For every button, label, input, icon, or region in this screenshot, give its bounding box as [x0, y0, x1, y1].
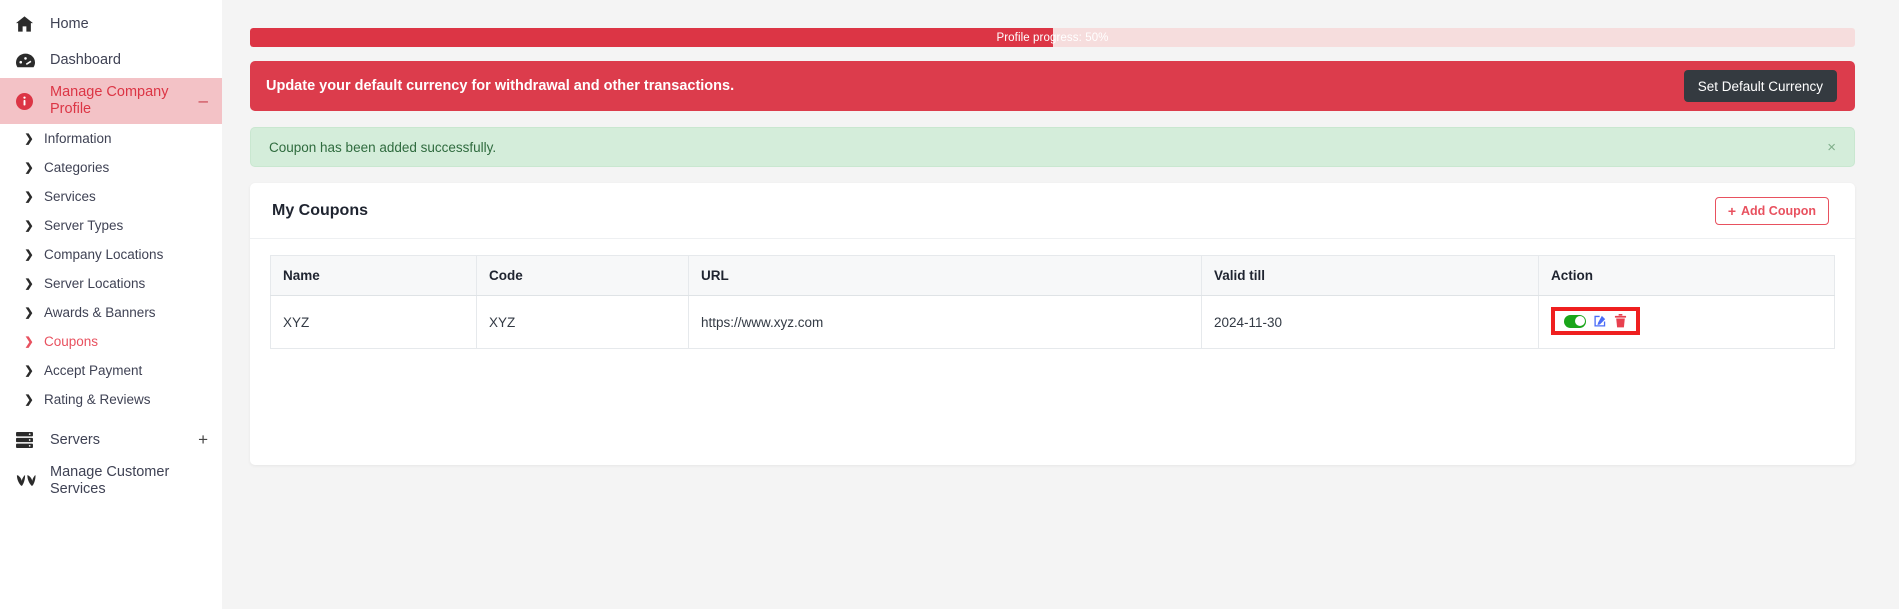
coupons-card-header: My Coupons + Add Coupon: [250, 183, 1855, 239]
column-header-code: Code: [476, 255, 689, 296]
chevron-right-icon: ❯: [24, 162, 34, 174]
info-circle-icon: [16, 92, 38, 110]
sidebar-item-accept-payment[interactable]: ❯ Accept Payment: [0, 356, 222, 385]
sidebar-item-dashboard[interactable]: Dashboard: [0, 42, 222, 78]
sidebar-item-label: Home: [50, 15, 89, 32]
edit-pencil-square-icon[interactable]: [1593, 314, 1607, 328]
action-highlight-box: [1551, 307, 1640, 335]
chevron-right-icon: ❯: [24, 191, 34, 203]
sidebar-item-categories[interactable]: ❯ Categories: [0, 153, 222, 182]
sidebar-subitem-label: Categories: [44, 160, 110, 175]
sidebar-item-manage-customer-services[interactable]: Manage Customer Services: [0, 458, 222, 504]
chevron-right-icon: ❯: [24, 307, 34, 319]
table-header: Name Code URL Valid till Action: [270, 255, 1835, 296]
cell-valid-till: 2024-11-30: [1201, 295, 1539, 349]
sidebar-nav: Home Dashboard Manage Company Profile – …: [0, 0, 222, 504]
currency-alert-message: Update your default currency for withdra…: [266, 78, 735, 94]
sidebar: Home Dashboard Manage Company Profile – …: [0, 0, 222, 609]
column-header-valid-till: Valid till: [1201, 255, 1539, 296]
sidebar-subitem-label: Server Types: [44, 218, 124, 233]
page-title: My Coupons: [272, 201, 368, 219]
success-alert: Coupon has been added successfully. ×: [250, 127, 1855, 167]
profile-progress-label: Profile progress: 50%: [996, 31, 1109, 44]
chevron-right-icon: ❯: [24, 278, 34, 290]
cell-actions: [1538, 295, 1835, 349]
sidebar-item-awards-banners[interactable]: ❯ Awards & Banners: [0, 298, 222, 327]
sidebar-item-label: Manage Company Profile: [50, 84, 169, 117]
table-header-row: Name Code URL Valid till Action: [270, 255, 1835, 296]
set-default-currency-button[interactable]: Set Default Currency: [1683, 70, 1837, 102]
chevron-right-icon: ❯: [24, 394, 34, 406]
column-header-action: Action: [1538, 255, 1835, 296]
collapse-toggle-icon[interactable]: –: [199, 92, 208, 109]
table-body: XYZ XYZ https://www.xyz.com 2024-11-30: [270, 295, 1835, 349]
coupons-card-body: Name Code URL Valid till Action XYZ XYZ …: [250, 239, 1855, 349]
chevron-right-icon: ❯: [24, 249, 34, 261]
close-icon[interactable]: ×: [1827, 140, 1836, 155]
chevron-right-icon: ❯: [24, 365, 34, 377]
server-icon: [16, 431, 38, 449]
profile-progress-bar: Profile progress: 50%: [250, 28, 1855, 47]
coupons-table: Name Code URL Valid till Action XYZ XYZ …: [270, 255, 1835, 349]
dashboard-icon: [16, 51, 38, 69]
sidebar-item-label: Dashboard: [50, 51, 121, 68]
sidebar-item-server-locations[interactable]: ❯ Server Locations: [0, 269, 222, 298]
sidebar-item-home[interactable]: Home: [0, 6, 222, 42]
sidebar-subitem-label: Information: [44, 131, 112, 146]
column-header-url: URL: [688, 255, 1202, 296]
cell-code: XYZ: [476, 295, 689, 349]
sidebar-item-coupons[interactable]: ❯ Coupons: [0, 327, 222, 356]
sidebar-subitem-label: Company Locations: [44, 247, 164, 262]
currency-alert: Update your default currency for withdra…: [250, 61, 1855, 111]
sidebar-subitem-label: Rating & Reviews: [44, 392, 151, 407]
sidebar-item-server-types[interactable]: ❯ Server Types: [0, 211, 222, 240]
chevron-right-icon: ❯: [24, 220, 34, 232]
hands-icon: [16, 472, 38, 490]
sidebar-item-label: Manage Customer Services: [50, 464, 170, 497]
main-content: Profile progress: 50% Update your defaul…: [222, 0, 1899, 609]
sidebar-item-information[interactable]: ❯ Information: [0, 124, 222, 153]
table-row: XYZ XYZ https://www.xyz.com 2024-11-30: [270, 295, 1835, 349]
sidebar-subitem-label: Services: [44, 189, 96, 204]
sidebar-item-servers[interactable]: Servers +: [0, 422, 222, 458]
trash-icon[interactable]: [1614, 314, 1627, 328]
app-root: Home Dashboard Manage Company Profile – …: [0, 0, 1899, 609]
status-toggle-switch[interactable]: [1564, 314, 1586, 328]
toggle-knob: [1574, 316, 1585, 326]
add-coupon-button[interactable]: + Add Coupon: [1714, 196, 1829, 225]
chevron-right-icon: ❯: [24, 336, 34, 348]
sidebar-item-rating-reviews[interactable]: ❯ Rating & Reviews: [0, 385, 222, 414]
sidebar-subitem-label: Coupons: [44, 334, 99, 349]
add-coupon-label: Add Coupon: [1741, 203, 1816, 218]
column-header-name: Name: [270, 255, 477, 296]
home-icon: [16, 15, 38, 33]
success-alert-message: Coupon has been added successfully.: [269, 139, 497, 155]
cell-url: https://www.xyz.com: [688, 295, 1202, 349]
chevron-right-icon: ❯: [24, 133, 34, 145]
sidebar-subitem-label: Awards & Banners: [44, 305, 156, 320]
sidebar-submenu: ❯ Information ❯ Categories ❯ Services ❯ …: [0, 124, 222, 414]
sidebar-item-label: Servers: [50, 431, 100, 448]
sidebar-subitem-label: Accept Payment: [44, 363, 143, 378]
plus-icon: +: [1727, 202, 1737, 219]
expand-plus-icon[interactable]: +: [198, 431, 208, 448]
coupons-card: My Coupons + Add Coupon Name Code URL Va…: [250, 183, 1855, 465]
cell-name: XYZ: [270, 295, 477, 349]
sidebar-subitem-label: Server Locations: [44, 276, 146, 291]
sidebar-item-company-locations[interactable]: ❯ Company Locations: [0, 240, 222, 269]
sidebar-item-services[interactable]: ❯ Services: [0, 182, 222, 211]
sidebar-item-manage-company-profile[interactable]: Manage Company Profile –: [0, 78, 222, 124]
